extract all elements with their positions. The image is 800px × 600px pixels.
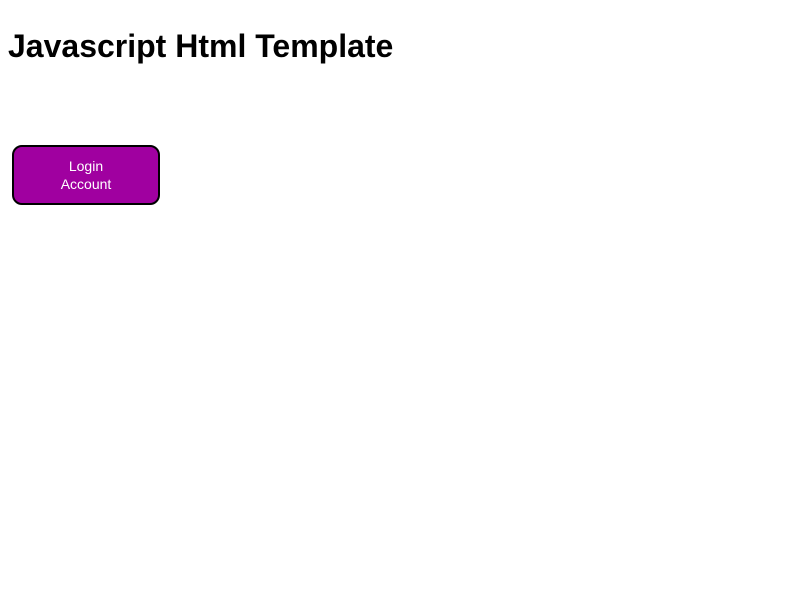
button-label-line1: Login bbox=[69, 158, 103, 174]
login-account-button[interactable]: Login Account bbox=[12, 145, 160, 205]
button-label-line2: Account bbox=[61, 176, 112, 192]
page-title: Javascript Html Template bbox=[8, 28, 792, 65]
button-container: Login Account bbox=[12, 145, 792, 205]
